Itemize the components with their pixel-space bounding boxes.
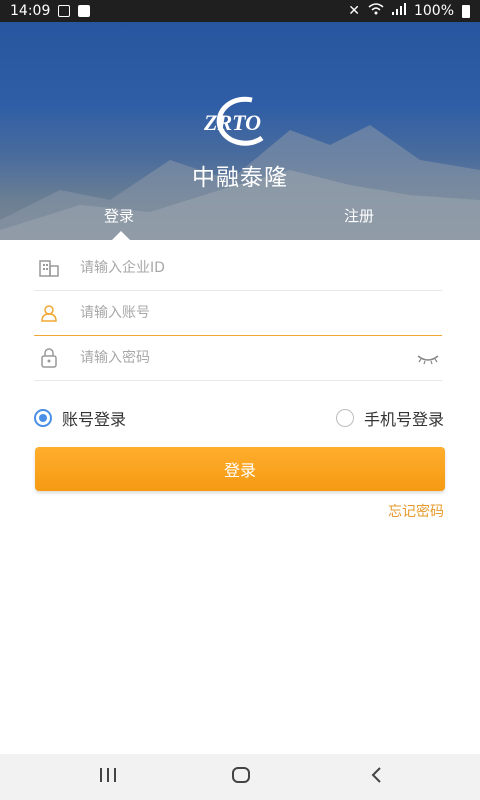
password-field [34, 336, 442, 381]
hide-password-eye-icon[interactable] [416, 350, 440, 369]
recent-apps-icon[interactable] [98, 766, 118, 788]
login-button[interactable]: 登录 [35, 447, 445, 491]
building-icon [36, 255, 62, 281]
zrto-logo: ZRTO [203, 96, 264, 146]
wifi-icon [368, 3, 384, 19]
signal-icon [391, 3, 406, 19]
brand-name: 中融泰隆 [192, 165, 288, 191]
account-login-label: 账号登录 [62, 410, 127, 429]
tab-login[interactable]: 登录 [104, 205, 134, 226]
clock: 14:09 [10, 3, 51, 19]
radio-unchecked-icon [335, 409, 354, 427]
battery-icon [462, 4, 470, 18]
forgot-password-link[interactable]: 忘记密码 [388, 501, 444, 521]
tab-register[interactable]: 注册 [344, 205, 374, 226]
mute-icon: ✕ [348, 3, 360, 19]
account-input[interactable] [78, 304, 402, 322]
phone-login-radio[interactable]: 手机号登录 [335, 406, 444, 430]
account-field [34, 291, 442, 336]
radio-checked-icon [34, 409, 52, 427]
status-bar: 14:09 ✕ 100% [0, 0, 480, 22]
image-notification-icon [58, 5, 71, 17]
phone-login-label: 手机号登录 [363, 410, 444, 429]
check-notification-icon [78, 5, 91, 17]
account-login-radio[interactable]: 账号登录 [34, 406, 126, 430]
lock-icon [36, 345, 62, 371]
active-tab-indicator [112, 231, 130, 240]
logo-text: ZRTO [203, 110, 261, 135]
hero-header: ZRTO 中融泰隆 登录 注册 [0, 22, 480, 240]
company-id-input[interactable] [78, 259, 402, 277]
user-icon [36, 300, 62, 326]
battery-percent: 100% [413, 3, 454, 19]
password-input[interactable] [78, 349, 402, 367]
login-mode-selector: 账号登录 手机号登录 [34, 406, 444, 434]
system-navigation-bar [0, 754, 480, 800]
back-icon[interactable] [369, 766, 383, 788]
company-id-field [34, 246, 442, 291]
home-icon[interactable] [231, 766, 251, 788]
